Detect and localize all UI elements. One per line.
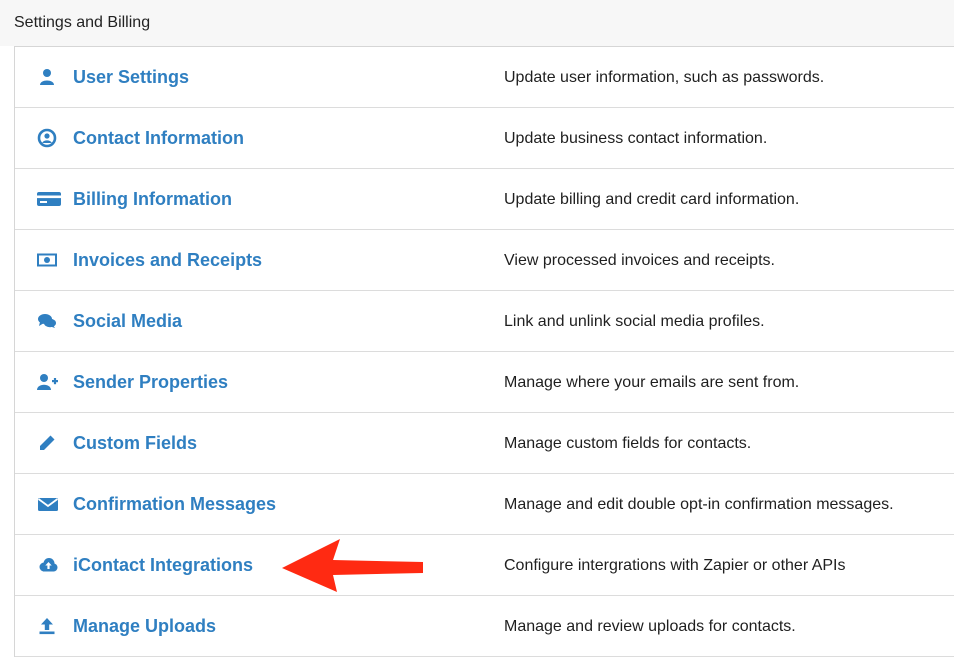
settings-row-social-media: Social Media Link and unlink social medi… [15,291,954,352]
settings-row-label: Contact Information [73,128,244,148]
upload-icon [37,616,57,636]
settings-list: User Settings Update user information, s… [14,46,954,657]
settings-row-label: Sender Properties [73,372,229,392]
user-icon [37,67,57,87]
invoices-and-receipts-link[interactable]: Invoices and Receipts [15,230,485,290]
settings-row-label: User Settings [73,67,190,87]
settings-row-description: Configure intergrations with Zapier or o… [504,557,846,574]
user-circle-icon [37,128,57,148]
cloud-upload-icon [37,555,58,575]
user-settings-link[interactable]: User Settings [15,47,485,107]
money-bill-icon [37,250,57,270]
settings-row-sender-properties: Sender Properties Manage where your emai… [15,352,954,413]
settings-row-description: Update user information, such as passwor… [504,69,825,86]
sender-properties-link[interactable]: Sender Properties [15,352,485,412]
settings-row-label: iContact Integrations [73,555,254,575]
settings-row-custom-fields: Custom Fields Manage custom fields for c… [15,413,954,474]
settings-row-invoices-and-receipts: Invoices and Receipts View processed inv… [15,230,954,291]
settings-row-description: Update business contact information. [504,130,768,147]
red-arrow-icon [282,539,423,592]
settings-row-description: Manage and edit double opt-in confirmati… [504,496,894,513]
settings-row-description: Update billing and credit card informati… [504,191,800,208]
credit-card-icon [37,189,61,209]
confirmation-messages-link[interactable]: Confirmation Messages [15,474,485,534]
settings-row-label: Custom Fields [73,433,198,453]
settings-row-icontact-integrations: iContact Integrations Configure intergra… [15,535,954,596]
settings-row-description: View processed invoices and receipts. [504,252,775,269]
settings-row-label: Billing Information [73,189,232,209]
settings-row-user-settings: User Settings Update user information, s… [15,47,954,108]
custom-fields-link[interactable]: Custom Fields [15,413,485,473]
settings-row-description: Manage custom fields for contacts. [504,435,752,452]
contact-information-link[interactable]: Contact Information [15,108,485,168]
settings-row-label: Manage Uploads [73,616,217,636]
manage-uploads-link[interactable]: Manage Uploads [15,596,485,656]
page-header: Settings and Billing [0,0,954,46]
settings-row-manage-uploads: Manage Uploads Manage and review uploads… [15,596,954,657]
settings-row-description: Link and unlink social media profiles. [504,313,765,330]
envelope-icon [37,494,59,514]
billing-information-link[interactable]: Billing Information [15,169,485,229]
settings-row-confirmation-messages: Confirmation Messages Manage and edit do… [15,474,954,535]
comments-icon [37,311,57,331]
settings-row-label: Invoices and Receipts [73,250,263,270]
pencil-icon [37,433,57,453]
settings-row-billing-information: Billing Information Update billing and c… [15,169,954,230]
social-media-link[interactable]: Social Media [15,291,485,351]
settings-row-label: Confirmation Messages [73,494,277,514]
settings-page: Settings and Billing User Settings Updat… [0,0,954,657]
settings-row-description: Manage where your emails are sent from. [504,374,800,391]
page-title: Settings and Billing [14,14,151,31]
settings-row-label: Social Media [73,311,183,331]
settings-row-description: Manage and review uploads for contacts. [504,618,796,635]
settings-row-contact-information: Contact Information Update business cont… [15,108,954,169]
user-plus-icon [37,372,58,392]
